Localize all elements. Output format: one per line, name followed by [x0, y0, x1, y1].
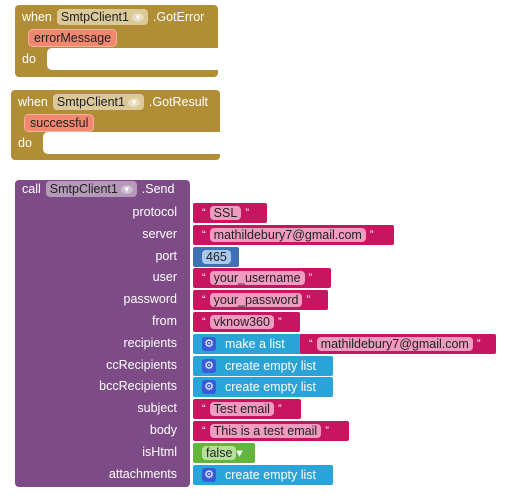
- make-list-block-recipients[interactable]: ⚙ make a list: [193, 333, 307, 354]
- text-value: your_password: [209, 293, 303, 308]
- quote-mark: “: [202, 294, 206, 307]
- method-name: .Send: [141, 182, 175, 196]
- do-slot[interactable]: [43, 132, 220, 154]
- quote-mark: ”: [369, 228, 374, 241]
- list-block-label: create empty list: [225, 380, 317, 395]
- got-result-event-block[interactable]: when SmtpClient1 ▼ .GotResult successful …: [11, 90, 220, 160]
- empty-list-block-bccRecipients[interactable]: ⚙ create empty list: [193, 377, 333, 398]
- chevron-down-icon: ▼: [120, 184, 133, 194]
- gear-icon[interactable]: ⚙: [202, 336, 216, 351]
- chevron-down-icon: ▼: [131, 12, 144, 22]
- arg-label-isHtml: isHtml: [142, 444, 177, 459]
- component-dropdown[interactable]: SmtpClient1 ▼: [52, 94, 144, 110]
- empty-list-block-attachments[interactable]: ⚙ create empty list: [193, 464, 333, 485]
- text-value: your_username: [209, 271, 305, 286]
- send-call-block[interactable]: call SmtpClient1 ▼ .Send protocol “SSL” ser…: [15, 180, 496, 487]
- quote-mark: “: [202, 272, 206, 285]
- chevron-down-icon: ▼: [127, 97, 140, 107]
- text-block-user[interactable]: “your_username”: [193, 268, 331, 289]
- quote-mark: ”: [325, 425, 329, 437]
- empty-list-block-ccRecipients[interactable]: ⚙ create empty list: [193, 355, 333, 376]
- arg-label-port: port: [155, 248, 177, 263]
- arg-label-server: server: [142, 226, 177, 241]
- arg-label-recipients: recipients: [123, 335, 178, 350]
- text-block-body[interactable]: “This is a test email”: [193, 421, 349, 441]
- list-block-label: create empty list: [225, 467, 317, 482]
- quote-mark: “: [202, 207, 206, 219]
- arg-label-subject: subject: [137, 401, 177, 416]
- do-slot[interactable]: [47, 48, 218, 70]
- quote-mark: ”: [245, 207, 249, 219]
- text-block-protocol[interactable]: “SSL”: [193, 203, 267, 223]
- component-name: SmtpClient1: [56, 95, 125, 109]
- number-value: 465: [202, 249, 231, 264]
- chevron-down-icon[interactable]: ▾: [236, 445, 242, 460]
- component-name: SmtpClient1: [49, 182, 118, 196]
- list-block-label: create empty list: [225, 358, 317, 373]
- text-block-password[interactable]: “your_password”: [193, 290, 328, 311]
- call-keyword: call: [22, 182, 41, 196]
- text-block-subject[interactable]: “Test email”: [193, 399, 301, 420]
- arg-label-user: user: [152, 270, 177, 285]
- when-keyword: when: [18, 95, 48, 109]
- arg-label-protocol: protocol: [132, 205, 177, 219]
- gear-icon[interactable]: ⚙: [202, 467, 216, 482]
- text-value: This is a test email: [209, 424, 322, 438]
- list-block-label: make a list: [225, 336, 285, 351]
- component-name: SmtpClient1: [60, 10, 129, 24]
- gear-icon[interactable]: ⚙: [202, 358, 216, 373]
- text-value: mathildebury7@gmail.com: [209, 227, 366, 242]
- text-block-from[interactable]: “vknow360”: [193, 312, 300, 332]
- quote-mark: “: [202, 403, 206, 416]
- text-value: Test email: [209, 402, 274, 417]
- arg-label-ccRecipients: ccRecipients: [106, 357, 177, 372]
- got-error-event-block[interactable]: when SmtpClient1 ▼ .GotError errorMessage…: [15, 5, 218, 77]
- event-name: .GotResult: [148, 95, 208, 109]
- arg-label-from: from: [152, 314, 177, 328]
- param-successful[interactable]: successful: [24, 114, 95, 132]
- text-value: vknow360: [209, 315, 274, 329]
- arg-label-bccRecipients: bccRecipients: [99, 379, 177, 394]
- quote-mark: ”: [277, 403, 282, 416]
- do-keyword: do: [18, 136, 32, 150]
- quote-mark: ”: [277, 316, 282, 328]
- component-dropdown[interactable]: SmtpClient1 ▼: [45, 181, 137, 197]
- param-error-message[interactable]: errorMessage: [28, 29, 118, 47]
- text-value: SSL: [209, 206, 242, 220]
- quote-mark: “: [309, 337, 313, 350]
- quote-mark: “: [202, 228, 206, 241]
- quote-mark: ”: [306, 294, 311, 307]
- quote-mark: “: [202, 316, 206, 328]
- do-keyword: do: [22, 52, 36, 66]
- arg-label-body: body: [149, 423, 177, 437]
- quote-mark: ”: [476, 337, 481, 350]
- quote-mark: “: [202, 425, 206, 437]
- component-dropdown[interactable]: SmtpClient1 ▼: [56, 9, 148, 25]
- text-block-recipient-item[interactable]: “mathildebury7@gmail.com”: [300, 333, 496, 354]
- number-block-port[interactable]: 465: [193, 246, 239, 267]
- arg-label-attachments: attachments: [108, 466, 177, 481]
- event-name: .GotError: [152, 10, 205, 24]
- arg-label-password: password: [123, 292, 178, 307]
- when-keyword: when: [22, 10, 52, 24]
- gear-icon[interactable]: ⚙: [202, 380, 216, 395]
- quote-mark: ”: [308, 272, 313, 285]
- boolean-block-ishtml[interactable]: false ▾: [193, 442, 255, 463]
- text-value: mathildebury7@gmail.com: [316, 336, 473, 351]
- text-block-server[interactable]: “mathildebury7@gmail.com”: [193, 224, 394, 245]
- boolean-value: false: [202, 445, 237, 460]
